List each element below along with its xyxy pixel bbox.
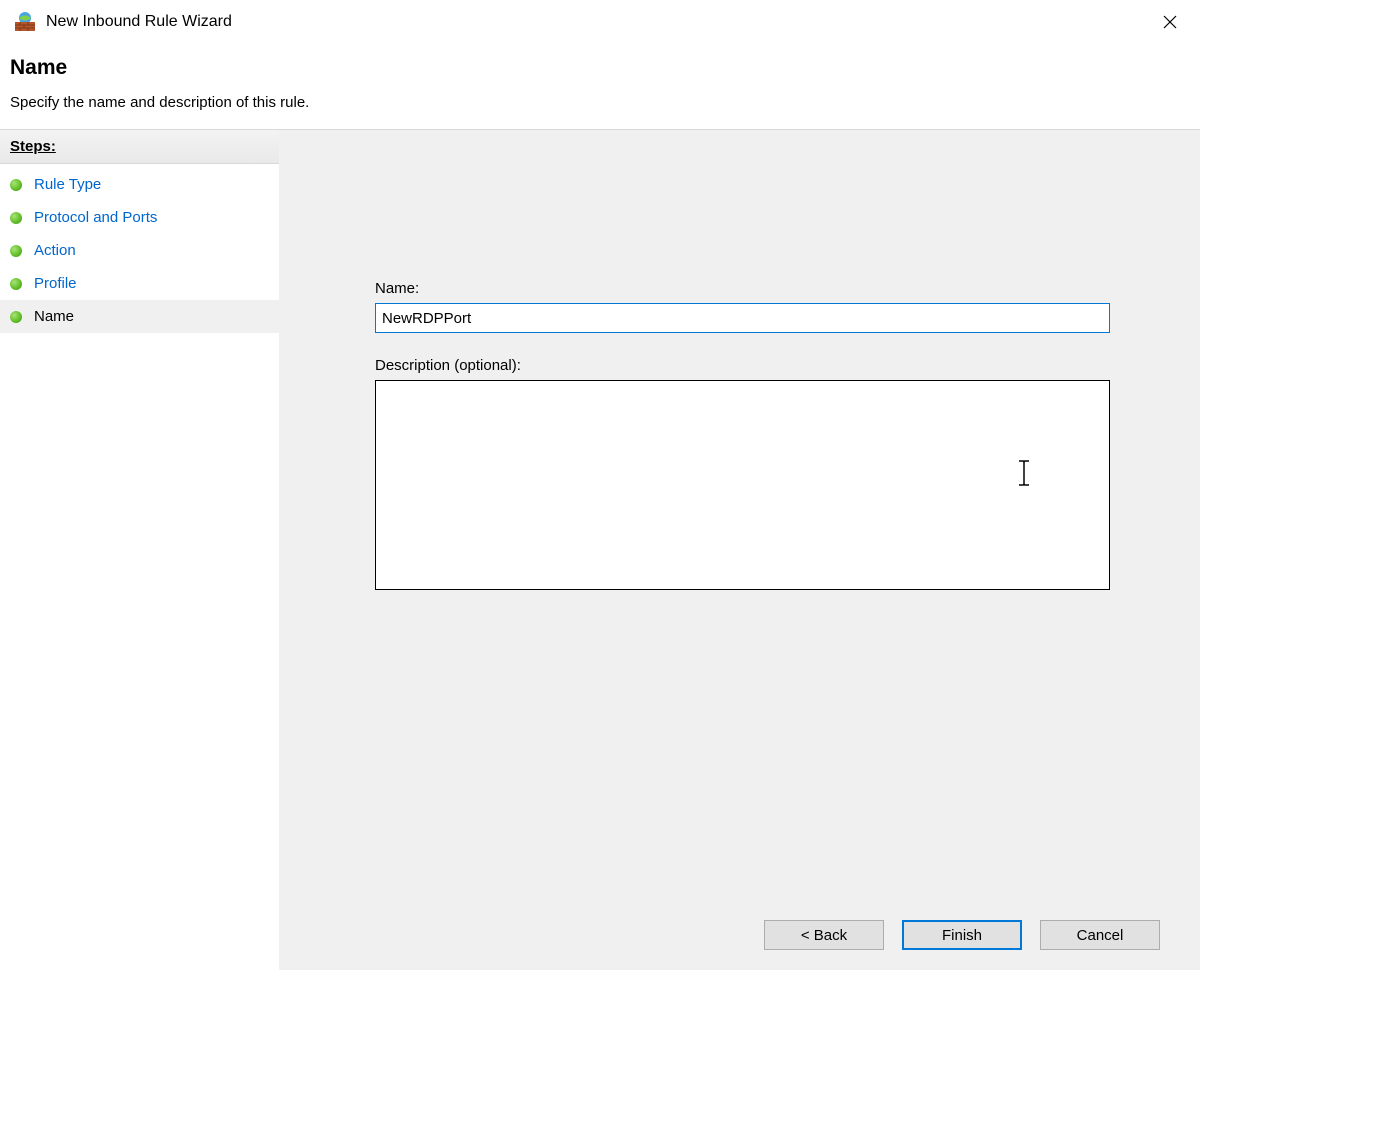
step-label: Rule Type	[34, 176, 101, 193]
back-button[interactable]: < Back	[764, 920, 884, 950]
bullet-icon	[10, 278, 22, 290]
firewall-icon	[14, 11, 36, 33]
cancel-button[interactable]: Cancel	[1040, 920, 1160, 950]
steps-sidebar: Steps: Rule Type Protocol and Ports Acti…	[0, 130, 279, 970]
step-label: Action	[34, 242, 76, 259]
description-input[interactable]	[375, 380, 1110, 590]
steps-list: Rule Type Protocol and Ports Action Prof…	[0, 164, 279, 333]
close-button[interactable]	[1147, 7, 1192, 37]
description-row: Description (optional):	[375, 357, 1110, 594]
step-profile[interactable]: Profile	[0, 267, 279, 300]
step-action[interactable]: Action	[0, 234, 279, 267]
wizard-window: New Inbound Rule Wizard Name Specify the…	[0, 0, 1200, 970]
step-label: Protocol and Ports	[34, 209, 157, 226]
title-bar: New Inbound Rule Wizard	[0, 0, 1200, 38]
name-row: Name:	[375, 280, 1110, 333]
page-title: Name	[10, 56, 1190, 80]
step-rule-type[interactable]: Rule Type	[0, 168, 279, 201]
bullet-icon	[10, 245, 22, 257]
steps-header: Steps:	[0, 130, 279, 164]
bullet-icon	[10, 179, 22, 191]
step-label: Name	[34, 308, 74, 325]
step-label: Profile	[34, 275, 77, 292]
main-panel: Name: Description (optional): < Back Fin…	[279, 130, 1200, 970]
window-title: New Inbound Rule Wizard	[46, 13, 232, 31]
step-name[interactable]: Name	[0, 300, 279, 333]
wizard-body: Steps: Rule Type Protocol and Ports Acti…	[0, 129, 1200, 970]
button-row: < Back Finish Cancel	[764, 920, 1160, 950]
header-section: Name Specify the name and description of…	[0, 38, 1200, 129]
bullet-icon	[10, 311, 22, 323]
description-label: Description (optional):	[375, 357, 1110, 374]
finish-button[interactable]: Finish	[902, 920, 1022, 950]
step-protocol-and-ports[interactable]: Protocol and Ports	[0, 201, 279, 234]
name-label: Name:	[375, 280, 1110, 297]
bullet-icon	[10, 212, 22, 224]
page-subtitle: Specify the name and description of this…	[10, 94, 1190, 111]
close-icon	[1163, 15, 1177, 29]
name-input[interactable]	[375, 303, 1110, 333]
